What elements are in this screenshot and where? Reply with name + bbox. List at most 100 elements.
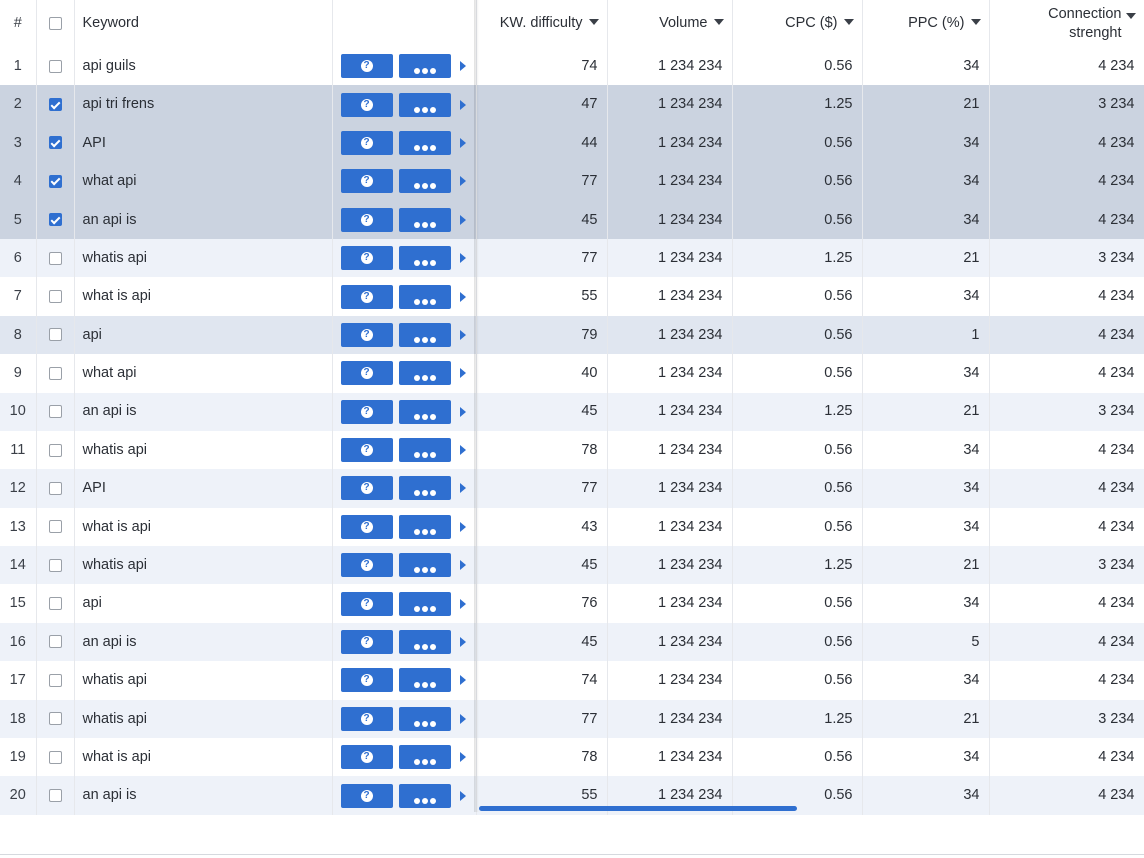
- table-row[interactable]: 15 api ? 76 1 234 234 0.56 34 4 234: [0, 584, 1144, 623]
- more-button[interactable]: [398, 130, 451, 155]
- table-row[interactable]: 18 whatis api ? 77 1 234 234 1.25 21 3 2…: [0, 699, 1144, 739]
- sort-arrow-icon[interactable]: [843, 19, 854, 26]
- row-checkbox[interactable]: [48, 59, 62, 73]
- help-button[interactable]: ?: [340, 476, 393, 501]
- expand-caret-icon[interactable]: [459, 99, 466, 110]
- row-checkbox[interactable]: [48, 366, 62, 380]
- row-select-cell[interactable]: [36, 546, 75, 585]
- sort-arrow-icon[interactable]: [713, 19, 724, 26]
- expand-caret-icon[interactable]: [459, 483, 466, 494]
- help-button[interactable]: ?: [340, 514, 393, 539]
- row-keyword[interactable]: what is api: [74, 738, 333, 777]
- column-header-connection-strength[interactable]: Connection strenght: [989, 0, 1144, 47]
- more-button[interactable]: [398, 361, 451, 386]
- table-row[interactable]: 17 whatis api ? 74 1 234 234 0.56 34 4 2…: [0, 661, 1144, 700]
- help-button[interactable]: ?: [340, 630, 393, 655]
- row-keyword[interactable]: whatis api: [74, 238, 333, 278]
- row-keyword[interactable]: what api: [74, 354, 333, 393]
- more-button[interactable]: [398, 438, 451, 463]
- column-header-cpc[interactable]: CPC ($): [732, 0, 863, 47]
- column-header-volume[interactable]: Volume: [607, 0, 733, 47]
- expand-caret-icon[interactable]: [459, 713, 466, 724]
- row-select-cell[interactable]: [36, 200, 75, 239]
- expand-caret-icon[interactable]: [459, 253, 466, 264]
- help-button[interactable]: ?: [340, 246, 393, 271]
- row-select-cell[interactable]: [36, 584, 75, 623]
- row-select-cell[interactable]: [36, 315, 75, 355]
- table-row[interactable]: 8 api ? 79 1 234 234 0.56 1 4 234: [0, 315, 1144, 355]
- select-all-checkbox[interactable]: [48, 16, 62, 30]
- table-row[interactable]: 16 an api is ? 45 1 234 234 0.56 5 4 234: [0, 622, 1144, 662]
- more-button[interactable]: [398, 476, 451, 501]
- row-keyword[interactable]: api: [74, 584, 333, 623]
- expand-caret-icon[interactable]: [459, 61, 466, 72]
- more-button[interactable]: [398, 284, 451, 309]
- help-button[interactable]: ?: [340, 92, 393, 117]
- expand-caret-icon[interactable]: [459, 214, 466, 225]
- expand-caret-icon[interactable]: [459, 368, 466, 379]
- table-row[interactable]: 6 whatis api ? 77 1 234 234 1.25 21 3 23…: [0, 238, 1144, 278]
- expand-caret-icon[interactable]: [459, 675, 466, 686]
- row-keyword[interactable]: API: [74, 469, 333, 508]
- more-button[interactable]: [398, 169, 451, 194]
- more-button[interactable]: [398, 207, 451, 232]
- row-keyword[interactable]: an api is: [74, 622, 333, 662]
- row-select-cell[interactable]: [36, 277, 75, 316]
- expand-caret-icon[interactable]: [459, 406, 466, 417]
- expand-caret-icon[interactable]: [459, 521, 466, 532]
- row-select-cell[interactable]: [36, 392, 75, 431]
- row-checkbox[interactable]: [48, 558, 62, 572]
- more-button[interactable]: [398, 246, 451, 271]
- row-checkbox[interactable]: [48, 481, 62, 495]
- more-button[interactable]: [398, 322, 451, 347]
- row-checkbox[interactable]: [48, 673, 62, 687]
- table-row[interactable]: 4 what api ? 77 1 234 234 0.56 34 4 234: [0, 162, 1144, 201]
- table-row[interactable]: 19 what is api ? 78 1 234 234 0.56 34 4 …: [0, 738, 1144, 777]
- table-row[interactable]: 11 whatis api ? 78 1 234 234 0.56 34 4 2…: [0, 430, 1144, 470]
- row-keyword[interactable]: whatis api: [74, 699, 333, 739]
- row-select-cell[interactable]: [36, 47, 75, 86]
- row-checkbox[interactable]: [48, 213, 62, 227]
- row-keyword[interactable]: what api: [74, 162, 333, 201]
- help-button[interactable]: ?: [340, 783, 393, 808]
- expand-caret-icon[interactable]: [459, 329, 466, 340]
- row-select-cell[interactable]: [36, 661, 75, 700]
- table-row[interactable]: 3 API ? 44 1 234 234 0.56 34 4 234: [0, 123, 1144, 163]
- more-button[interactable]: [398, 591, 451, 616]
- column-header-ppc[interactable]: PPC (%): [862, 0, 990, 47]
- table-row[interactable]: 10 an api is ? 45 1 234 234 1.25 21 3 23…: [0, 392, 1144, 431]
- row-select-cell[interactable]: [36, 354, 75, 393]
- row-checkbox[interactable]: [48, 635, 62, 649]
- help-button[interactable]: ?: [340, 399, 393, 424]
- more-button[interactable]: [398, 92, 451, 117]
- row-keyword[interactable]: an api is: [74, 200, 333, 239]
- help-button[interactable]: ?: [340, 54, 393, 79]
- horizontal-scrollbar-thumb[interactable]: [479, 806, 797, 811]
- table-row[interactable]: 7 what is api ? 55 1 234 234 0.56 34 4 2…: [0, 277, 1144, 316]
- row-select-cell[interactable]: [36, 622, 75, 662]
- help-button[interactable]: ?: [340, 130, 393, 155]
- row-select-cell[interactable]: [36, 776, 75, 815]
- row-select-cell[interactable]: [36, 469, 75, 508]
- row-checkbox[interactable]: [48, 789, 62, 803]
- row-checkbox[interactable]: [48, 597, 62, 611]
- row-select-cell[interactable]: [36, 162, 75, 201]
- row-keyword[interactable]: whatis api: [74, 430, 333, 470]
- table-row[interactable]: 1 api guils ? 74 1 234 234 0.56 34 4 234: [0, 47, 1144, 86]
- expand-caret-icon[interactable]: [459, 790, 466, 801]
- help-button[interactable]: ?: [340, 438, 393, 463]
- row-checkbox[interactable]: [48, 443, 62, 457]
- row-select-cell[interactable]: [36, 123, 75, 163]
- row-checkbox[interactable]: [48, 405, 62, 419]
- help-button[interactable]: ?: [340, 361, 393, 386]
- row-checkbox[interactable]: [48, 750, 62, 764]
- table-row[interactable]: 12 API ? 77 1 234 234 0.56 34 4 234: [0, 469, 1144, 508]
- row-keyword[interactable]: whatis api: [74, 546, 333, 585]
- more-button[interactable]: [398, 668, 451, 693]
- row-keyword[interactable]: an api is: [74, 776, 333, 815]
- sort-arrow-icon[interactable]: [1125, 12, 1136, 19]
- row-checkbox[interactable]: [48, 98, 62, 111]
- more-button[interactable]: [398, 553, 451, 578]
- expand-caret-icon[interactable]: [459, 637, 466, 648]
- row-keyword[interactable]: API: [74, 123, 333, 163]
